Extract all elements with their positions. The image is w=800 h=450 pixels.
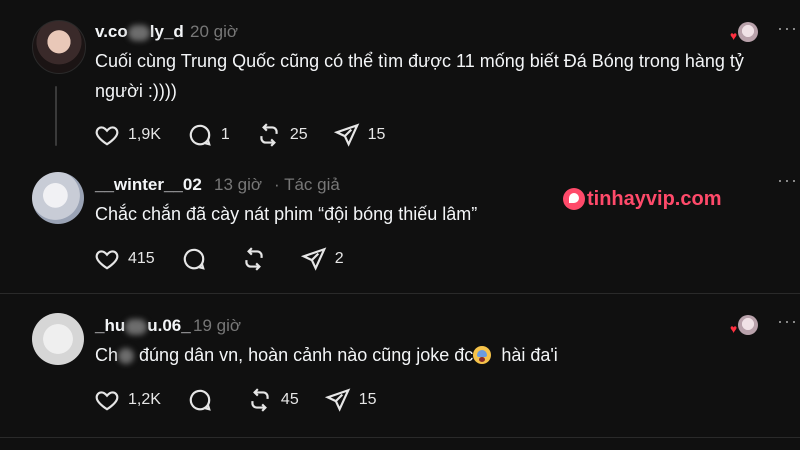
reply-button[interactable] [187, 387, 221, 413]
share-count: 15 [358, 391, 377, 408]
avatar[interactable] [32, 20, 86, 74]
repost-count: 45 [280, 391, 299, 408]
like-count: 415 [128, 250, 155, 267]
heart-icon [95, 250, 119, 270]
more-icon[interactable]: ··· [777, 311, 798, 332]
like-button[interactable]: 1,9K [94, 122, 161, 148]
action-bar: 1,2K 45 15 [94, 386, 403, 414]
reply-count: 1 [220, 126, 230, 143]
post-time: 20 giờ [190, 22, 239, 41]
divider [0, 437, 800, 438]
share-icon [333, 123, 359, 147]
post-time: 13 giờ [214, 175, 263, 194]
repost-icon [260, 123, 278, 147]
watermark-text: tinhayvip.com [587, 187, 722, 210]
post-text: Ch đúng dân vn, hoàn cảnh nào cũng joke … [95, 345, 558, 365]
like-count: 1,2K [128, 391, 161, 408]
share-button[interactable]: 15 [324, 387, 377, 413]
watermark-logo-icon [563, 188, 585, 210]
share-button[interactable]: 15 [333, 122, 386, 148]
more-icon[interactable]: ··· [777, 18, 798, 39]
post-time: 19 giờ [193, 316, 242, 335]
author-tag: · Tác giả [274, 175, 340, 194]
avatar[interactable] [32, 313, 84, 365]
divider [0, 293, 800, 294]
comment-icon [183, 248, 205, 270]
comment-icon [189, 389, 211, 411]
heart-icon [95, 391, 119, 411]
blurred-text [125, 318, 148, 335]
share-icon [324, 388, 351, 412]
repost-button[interactable]: 45 [247, 387, 299, 413]
repost-button[interactable] [241, 246, 275, 272]
post-text: Cuối cùng Trung Quốc cũng có thể tìm đượ… [95, 51, 744, 101]
blurred-text [118, 348, 135, 365]
username[interactable]: __winter__02 [95, 175, 202, 195]
repost-icon [245, 247, 263, 271]
avatar[interactable] [32, 172, 84, 224]
thread-line [55, 86, 57, 146]
action-bar: 415 2 [94, 245, 370, 273]
post-text: Chắc chắn đã cày nát phim “đội bóng thiế… [95, 204, 478, 224]
like-button[interactable]: 1,2K [94, 387, 161, 413]
username[interactable]: v.co ly_d [95, 22, 184, 42]
action-bar: 1,9K 1 25 15 [94, 121, 411, 149]
blurred-text [127, 24, 150, 41]
share-count: 15 [367, 126, 386, 143]
like-button[interactable]: 415 [94, 246, 155, 272]
heart-icon: ♥ [730, 29, 738, 43]
heart-icon [95, 126, 119, 146]
heart-icon: ♥ [730, 322, 738, 336]
watermark: tinhayvip.com [563, 184, 721, 214]
crying-face-icon [473, 346, 492, 364]
reply-button[interactable]: 1 [187, 122, 230, 148]
username[interactable]: _hu u.06_ [95, 316, 191, 336]
like-count: 1,9K [128, 126, 161, 143]
share-button[interactable]: 2 [300, 246, 344, 272]
threads-replies-view: v.co ly_d 20 giờ ··· ♥ Cuối cùng Trung Qu… [0, 0, 800, 450]
comment-icon [189, 124, 211, 146]
share-count: 2 [334, 250, 344, 267]
repost-button[interactable]: 25 [256, 122, 308, 148]
share-icon [300, 247, 327, 271]
repost-count: 25 [289, 126, 308, 143]
repost-icon [251, 388, 269, 412]
reply-button[interactable] [181, 246, 215, 272]
more-icon[interactable]: ··· [777, 170, 798, 191]
